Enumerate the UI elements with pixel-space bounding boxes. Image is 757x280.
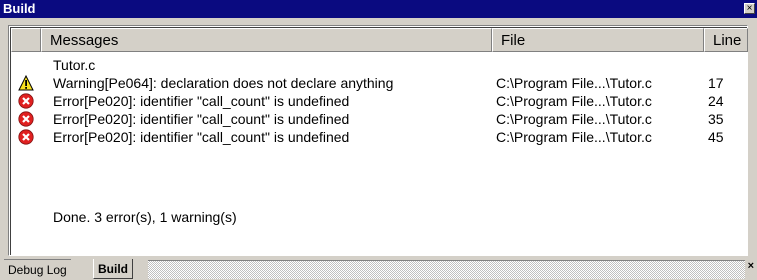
- message-text: Error[Pe020]: identifier "call_count" is…: [53, 129, 350, 145]
- message-file: C:\Program File...\Tutor.c: [496, 75, 652, 91]
- header-messages[interactable]: Messages: [41, 28, 492, 52]
- message-line: 45: [708, 129, 724, 145]
- close-panel-icon[interactable]: ×: [748, 260, 754, 272]
- header-icon-column[interactable]: [11, 28, 41, 52]
- message-text: Error[Pe020]: identifier "call_count" is…: [53, 111, 350, 127]
- message-line: 24: [708, 93, 724, 109]
- message-line: 17: [708, 75, 724, 91]
- message-line: 35: [708, 111, 724, 127]
- message-file: C:\Program File...\Tutor.c: [496, 111, 652, 127]
- file-group-label: Tutor.c: [53, 57, 96, 73]
- build-summary: Done. 3 error(s), 1 warning(s): [53, 209, 237, 225]
- message-text: Warning[Pe064]: declaration does not dec…: [53, 75, 394, 91]
- error-icon: [18, 129, 34, 145]
- message-text: Error[Pe020]: identifier "call_count" is…: [53, 93, 350, 109]
- message-file: C:\Program File...\Tutor.c: [496, 93, 652, 109]
- tab-bar-background: [148, 260, 745, 279]
- close-window-button[interactable]: ×: [744, 3, 755, 14]
- tab-debug-log[interactable]: Debug Log: [4, 259, 71, 279]
- error-icon: [18, 111, 34, 127]
- tab-bar: Debug Log Build ×: [0, 258, 757, 280]
- header-file[interactable]: File: [492, 28, 704, 52]
- message-file: C:\Program File...\Tutor.c: [496, 129, 652, 145]
- tab-build[interactable]: Build: [93, 259, 133, 279]
- warning-icon: [18, 74, 34, 91]
- window-title: Build: [3, 1, 36, 16]
- error-icon: [18, 93, 34, 109]
- header-line[interactable]: Line: [704, 28, 748, 52]
- title-bar: Build ×: [0, 0, 757, 18]
- messages-panel: Messages File Line Tutor.c Warning[Pe064…: [8, 25, 748, 256]
